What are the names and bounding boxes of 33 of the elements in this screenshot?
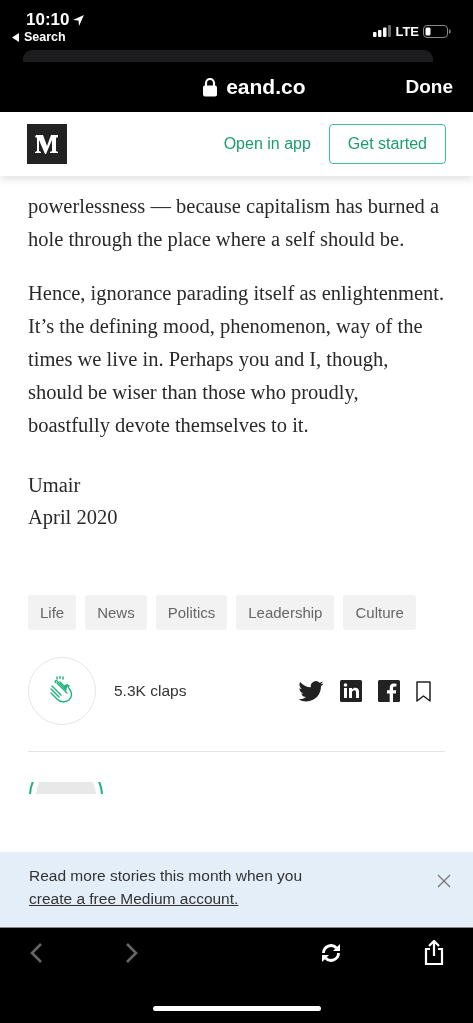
topic-tag[interactable]: News <box>85 595 147 630</box>
signature-line: Umair <box>28 473 82 498</box>
get-started-button[interactable]: Get started <box>328 124 446 164</box>
status-time: 10:10 <box>26 10 70 30</box>
reload-button[interactable] <box>320 942 343 964</box>
article-paragraph: powerlessness — because capitalism has burned a hole through the place where a self should be. <box>28 194 440 253</box>
create-account-link[interactable]: create a free Medium account. <box>29 890 239 907</box>
signature-line: April 2020 <box>28 505 119 531</box>
topic-tag[interactable]: Culture <box>343 595 416 630</box>
location-icon <box>72 13 86 27</box>
back-to-app-link[interactable]: Search <box>24 30 66 44</box>
author-avatar-icon <box>28 782 104 794</box>
topic-tag[interactable]: Life <box>28 595 77 630</box>
back-triangle-icon[interactable] <box>12 32 20 42</box>
done-button[interactable]: Done <box>405 76 453 98</box>
signup-message: Read more stories this month when you create a free Medium account. <box>29 866 303 909</box>
network-label: LTE <box>395 23 419 39</box>
topic-tag[interactable]: Leadership <box>236 595 335 630</box>
share-button[interactable] <box>423 940 444 966</box>
linkedin-icon[interactable] <box>340 680 362 702</box>
bookmark-icon[interactable] <box>416 680 431 702</box>
domain-label[interactable]: eand.co <box>226 75 306 99</box>
facebook-icon[interactable] <box>378 680 400 702</box>
open-in-app-link[interactable]: Open in app <box>223 135 311 153</box>
close-icon[interactable] <box>437 874 451 888</box>
battery-icon <box>423 24 451 38</box>
claps-count: 5.3K claps <box>114 682 187 700</box>
article-paragraph: Hence, ignorance parading itself as enlightenment. It’s the defining mood, phenomenon, way of the times we live in. Perhaps you and I, though, should be wiser than those who proudly, boastfully devote themselves to it. <box>28 281 445 439</box>
lock-icon <box>202 77 219 97</box>
signal-icon <box>373 25 392 37</box>
twitter-bird-icon[interactable] <box>298 680 324 702</box>
medium-logo-icon[interactable] <box>27 124 67 164</box>
topic-tag[interactable]: Politics <box>155 595 228 630</box>
